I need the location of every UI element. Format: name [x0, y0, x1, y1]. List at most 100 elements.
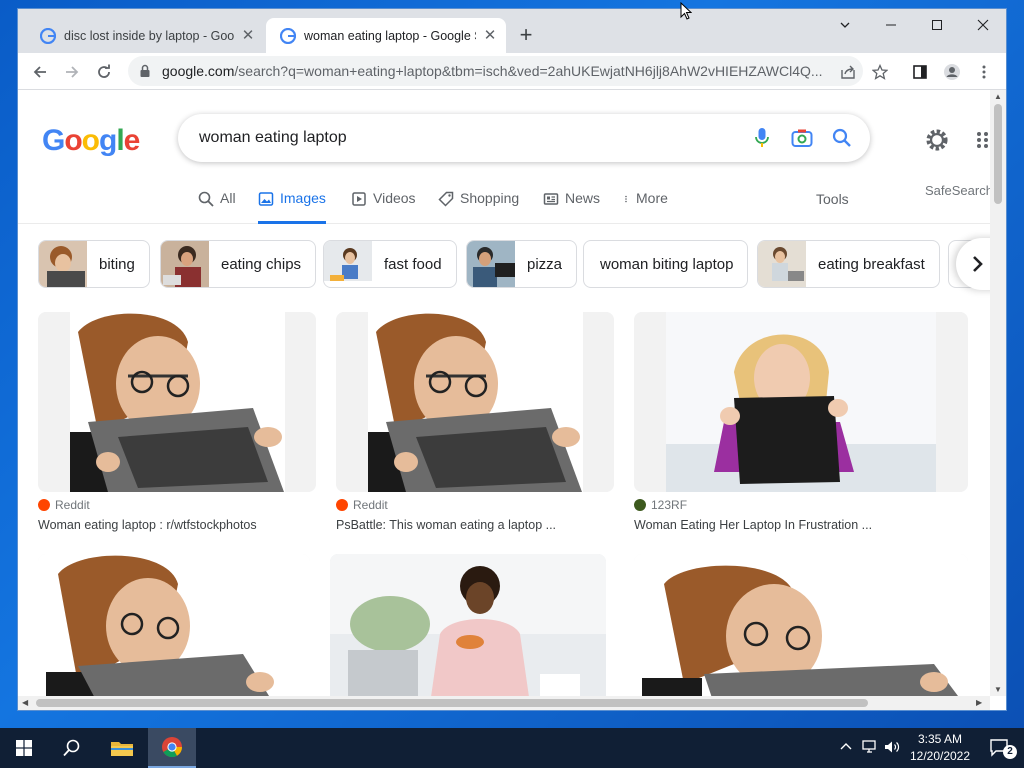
result-image[interactable]	[38, 312, 316, 492]
scroll-right-arrow-icon[interactable]: ▶	[976, 698, 982, 707]
forward-button[interactable]	[59, 59, 85, 85]
clock-date: 12/20/2022	[909, 749, 971, 763]
tag-icon	[438, 191, 454, 207]
chip-eating-chips[interactable]: eating chips	[160, 240, 317, 288]
scroll-down-arrow-icon[interactable]: ▼	[994, 685, 1002, 694]
windows-taskbar: 3:35 AM 12/20/2022 2	[0, 728, 1024, 768]
play-icon	[352, 192, 366, 206]
chip-pizza[interactable]: pizza	[466, 240, 578, 288]
close-tab-icon[interactable]: ✕	[240, 27, 256, 44]
result-source[interactable]: Reddit	[38, 498, 90, 512]
chrome-taskbar-button[interactable]	[148, 728, 196, 768]
microphone-icon	[755, 128, 769, 147]
horizontal-scroll-thumb[interactable]	[36, 699, 868, 707]
result-caption[interactable]: PsBattle: This woman eating a laptop ...	[336, 518, 556, 532]
lock-icon	[140, 64, 150, 77]
share-button[interactable]	[835, 59, 861, 85]
maximize-button[interactable]	[914, 9, 960, 41]
chip-label: eating breakfast	[818, 255, 925, 273]
clock-time: 3:35 AM	[917, 732, 963, 746]
file-explorer-button[interactable]	[98, 728, 146, 768]
url-text: google.com/search?q=woman+eating+laptop&…	[162, 63, 826, 79]
nav-tab-more[interactable]: More	[622, 190, 668, 224]
bookmark-button[interactable]	[867, 59, 893, 85]
new-tab-button[interactable]: +	[514, 24, 538, 48]
vertical-scrollbar[interactable]: ▲ ▼	[990, 90, 1006, 696]
news-icon	[543, 193, 559, 205]
result-caption[interactable]: Woman Eating Her Laptop In Frustration .…	[634, 518, 872, 532]
tab-disc-lost[interactable]: disc lost inside by laptop - Goog ✕	[26, 18, 264, 53]
nav-tab-shopping[interactable]: Shopping	[438, 190, 519, 224]
result-image-woman-biting-laptop	[336, 312, 614, 492]
chip-thumbnail	[161, 241, 209, 287]
nav-tab-all[interactable]: All	[198, 190, 236, 224]
chip-label: eating chips	[221, 255, 302, 273]
tab-title: woman eating laptop - Google S	[304, 28, 476, 43]
chevron-up-icon[interactable]	[840, 740, 852, 754]
result-image[interactable]	[634, 312, 968, 492]
menu-button[interactable]	[971, 59, 997, 85]
image-search-button[interactable]	[782, 118, 822, 158]
horizontal-scrollbar[interactable]: ◀ ▶	[18, 696, 990, 710]
nav-tab-images[interactable]: Images	[258, 190, 326, 224]
tab-title: disc lost inside by laptop - Goog	[64, 28, 234, 43]
tab-search-button[interactable]	[822, 9, 868, 41]
chip-woman-biting-laptop[interactable]: woman biting laptop	[583, 240, 749, 288]
chip-biting[interactable]: biting	[38, 240, 150, 288]
profile-button[interactable]	[939, 59, 965, 85]
chevron-right-icon	[973, 256, 983, 272]
result-caption[interactable]: Woman eating laptop : r/wtfstockphotos	[38, 518, 257, 532]
tools-button[interactable]: Tools	[816, 191, 849, 207]
start-button[interactable]	[0, 728, 48, 768]
reload-button[interactable]	[91, 59, 117, 85]
scroll-up-arrow-icon[interactable]: ▲	[994, 92, 1002, 101]
google-favicon-icon	[40, 27, 56, 44]
kebab-menu-icon	[982, 65, 986, 79]
chip-fast-food[interactable]: fast food	[323, 240, 457, 288]
avatar-icon	[944, 64, 960, 80]
result-image-woman-biting-laptop	[38, 554, 310, 696]
search-icon	[832, 128, 851, 147]
voice-search-button[interactable]	[742, 118, 782, 158]
chrome-icon	[162, 737, 183, 758]
google-logo[interactable]: Google	[42, 124, 140, 158]
search-box[interactable]: woman eating laptop	[178, 114, 870, 162]
vertical-scroll-thumb[interactable]	[994, 104, 1002, 204]
result-image[interactable]	[38, 554, 310, 696]
apps-grid-icon[interactable]	[976, 131, 990, 149]
back-button[interactable]	[27, 59, 53, 85]
chip-label: fast food	[384, 255, 442, 273]
reddit-icon	[38, 499, 50, 511]
logo-letter: g	[99, 124, 117, 157]
result-image[interactable]	[330, 554, 606, 696]
result-source[interactable]: 123RF	[634, 498, 687, 512]
chip-label: pizza	[527, 255, 563, 273]
safesearch-link[interactable]: SafeSearch	[925, 183, 990, 198]
nav-tab-news[interactable]: News	[543, 190, 600, 224]
network-icon[interactable]	[862, 740, 878, 754]
nav-label: Images	[280, 190, 326, 206]
minimize-button[interactable]	[868, 9, 914, 41]
tab-woman-eating-laptop[interactable]: woman eating laptop - Google S ✕	[266, 18, 506, 53]
side-panel-button[interactable]	[907, 59, 933, 85]
chevron-down-icon	[840, 22, 850, 28]
result-image-woman-eating-pizza	[330, 554, 606, 696]
source-label: 123RF	[651, 498, 688, 512]
close-tab-icon[interactable]: ✕	[482, 27, 498, 44]
url-host: google.com	[162, 63, 235, 79]
search-button[interactable]	[822, 118, 862, 158]
nav-tab-videos[interactable]: Videos	[351, 190, 416, 224]
result-image[interactable]	[336, 312, 614, 492]
result-image[interactable]	[634, 554, 968, 696]
search-query[interactable]: woman eating laptop	[199, 129, 742, 147]
notification-center-button[interactable]: 2	[976, 728, 1024, 768]
close-window-button[interactable]	[960, 9, 1006, 41]
system-clock[interactable]: 3:35 AM 12/20/2022	[904, 731, 976, 765]
scroll-left-arrow-icon[interactable]: ◀	[22, 698, 28, 707]
taskbar-search-button[interactable]	[48, 728, 96, 768]
settings-gear-icon[interactable]	[924, 127, 950, 153]
volume-icon[interactable]	[884, 740, 900, 754]
chip-eating-breakfast[interactable]: eating breakfast	[757, 240, 940, 288]
result-source[interactable]: Reddit	[336, 498, 388, 512]
address-bar[interactable]: google.com/search?q=woman+eating+laptop&…	[128, 56, 863, 86]
